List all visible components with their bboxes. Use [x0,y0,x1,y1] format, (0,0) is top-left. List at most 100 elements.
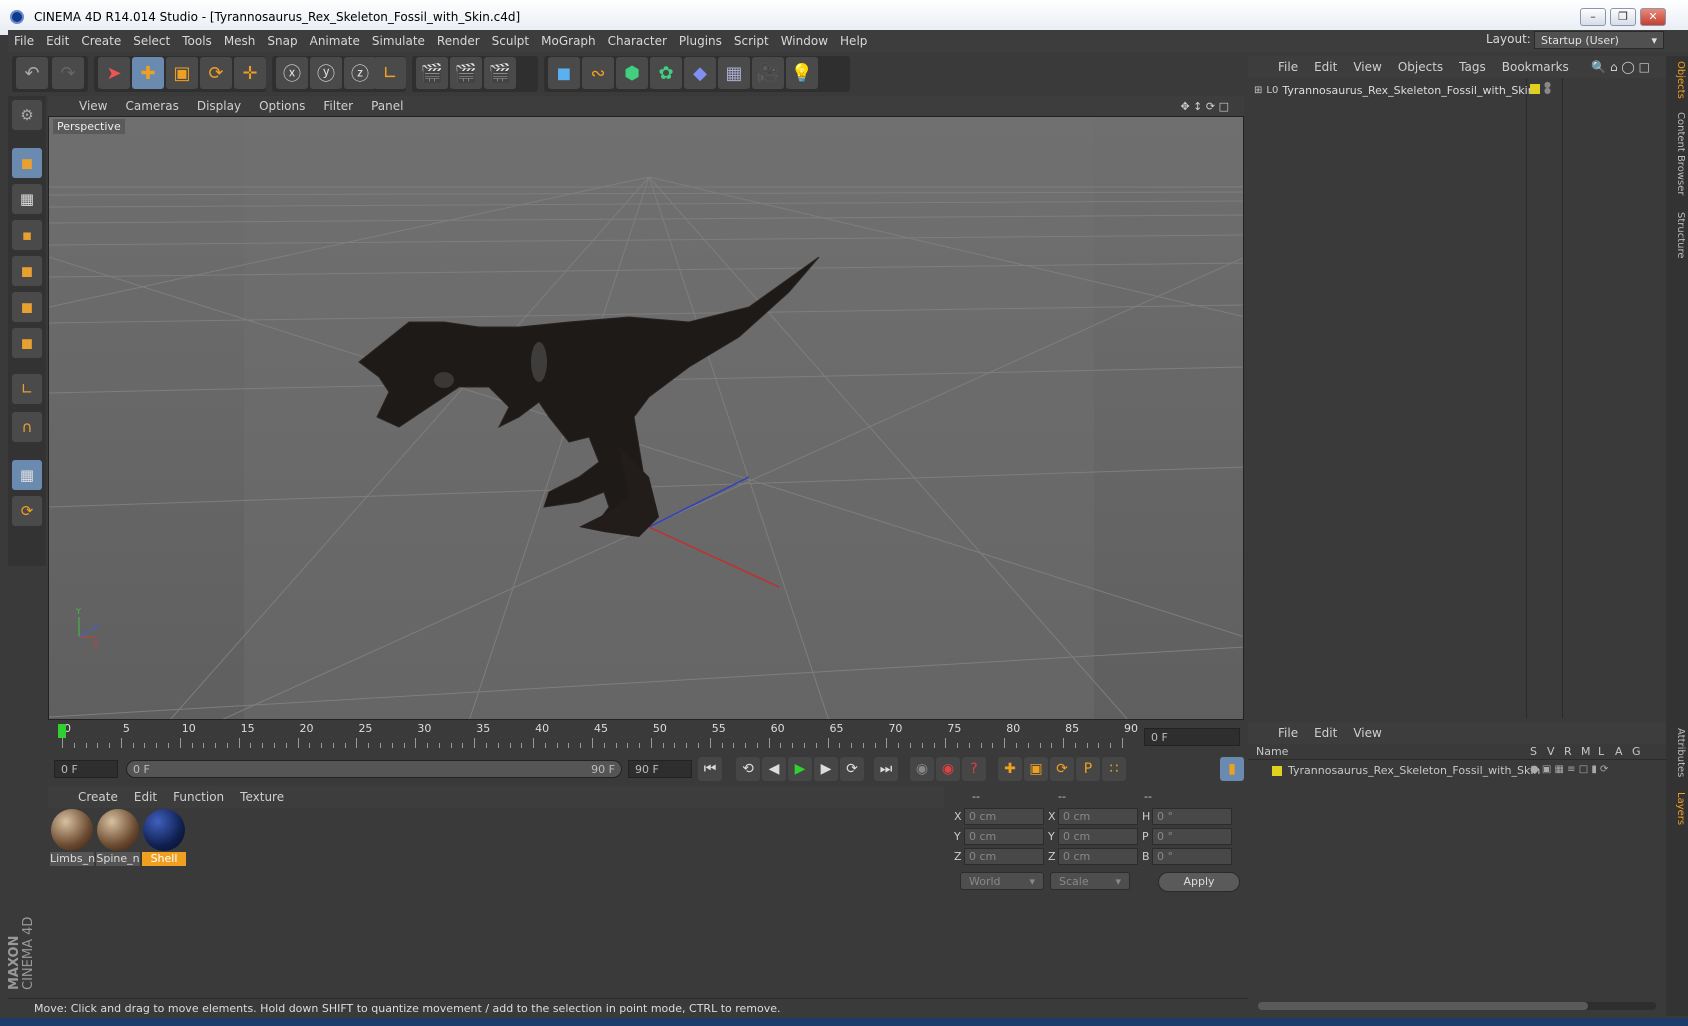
timeline-mode-icon[interactable]: ▮ [1220,757,1244,781]
menu-window[interactable]: Window [775,34,834,48]
camera-icon[interactable]: 🎥 [752,57,784,89]
material-menu-function[interactable]: Function [165,790,232,804]
object-menu-view[interactable]: View [1345,60,1389,74]
size-mode-dropdown[interactable]: Scale ▾ [1050,872,1130,890]
render-settings-icon[interactable]: 🎬 [484,57,516,89]
layer-color-swatch[interactable] [1530,84,1540,94]
current-frame-field[interactable]: 0 F [1144,728,1240,746]
axis-mode-icon[interactable]: ∟ [12,374,42,404]
playhead-marker[interactable] [58,724,66,738]
apply-button[interactable]: Apply [1158,872,1240,892]
deformer-icon[interactable]: ◆ [684,57,716,89]
start-frame-field[interactable]: 0 F [54,760,118,778]
edges-mode-icon[interactable]: ◼ [12,292,42,322]
frame-range-slider[interactable]: 0 F 90 F [126,760,622,778]
render-view-icon[interactable]: 🎬 [416,57,448,89]
size-z-field[interactable]: 0 cm [1058,848,1138,865]
material-menu-texture[interactable]: Texture [232,790,292,804]
layer-color-swatch[interactable] [1272,765,1282,776]
next-frame-icon[interactable]: ▶ [814,757,838,781]
y-axis-icon[interactable]: ⓨ [310,57,342,89]
floor-icon[interactable]: ▦ [718,57,750,89]
key-scale-icon[interactable]: ▣ [1024,757,1048,781]
object-menu-edit[interactable]: Edit [1306,60,1345,74]
menu-edit[interactable]: Edit [40,34,75,48]
menu-animate[interactable]: Animate [304,34,366,48]
rotate-tool-icon[interactable]: ⟳ [200,57,232,89]
render-picture-viewer-icon[interactable]: 🎬 [450,57,482,89]
menu-render[interactable]: Render [431,34,486,48]
object-menu-bookmarks[interactable]: Bookmarks [1494,60,1577,74]
goto-start-icon[interactable]: ⏮ [698,757,722,781]
workplane-lock-icon[interactable]: ▦ [12,460,42,490]
tab-structure[interactable]: Structure [1668,206,1686,264]
tab-attributes[interactable]: Attributes [1668,722,1686,784]
close-button[interactable]: ✕ [1640,8,1666,26]
expand-icon[interactable]: ⊞ [1254,85,1262,96]
next-key-icon[interactable]: ⟳ [840,757,864,781]
minimize-button[interactable]: – [1580,8,1606,26]
model-mode-icon[interactable]: ◼ [12,148,42,178]
viewport-menu-view[interactable]: View [70,99,116,113]
object-menu-tags[interactable]: Tags [1451,60,1494,74]
layer-row[interactable]: Tyrannosaurus_Rex_Skeleton_Fossil_with_S… [1272,764,1540,777]
layer-menu-view[interactable]: View [1345,726,1389,740]
material-limbs[interactable]: Limbs_n [50,808,95,866]
menu-mesh[interactable]: Mesh [218,34,262,48]
material-spine[interactable]: Spine_n [96,808,140,866]
undo-icon[interactable]: ↶ [16,57,48,89]
texture-mode-icon[interactable]: ▦ [12,184,42,214]
scrollbar-thumb[interactable] [1258,1002,1588,1010]
layer-menu-edit[interactable]: Edit [1306,726,1345,740]
viewport-menu-cameras[interactable]: Cameras [116,99,187,113]
viewport-menu-panel[interactable]: Panel [362,99,412,113]
menu-help[interactable]: Help [834,34,873,48]
menu-script[interactable]: Script [728,34,775,48]
viewport-nav-icons[interactable]: ✥ ↕ ⟳ □ [1171,100,1238,113]
object-row[interactable]: ⊞ L0 Tyrannosaurus_Rex_Skeleton_Fossil_w… [1254,82,1535,98]
size-x-field[interactable]: 0 cm [1058,808,1138,825]
subdivision-icon[interactable]: ⬢ [616,57,648,89]
play-icon[interactable]: ▶ [788,757,812,781]
goto-end-icon[interactable]: ⏭ [874,757,898,781]
make-editable-icon[interactable]: ⚙ [12,100,42,130]
layer-menu-file[interactable]: File [1270,726,1306,740]
end-frame-field[interactable]: 90 F [628,760,692,778]
live-selection-icon[interactable]: ➤ [98,57,130,89]
menu-plugins[interactable]: Plugins [673,34,728,48]
move-tool-icon[interactable]: ✚ [132,57,164,89]
object-menu-objects[interactable]: Objects [1390,60,1451,74]
object-menu-file[interactable]: File [1270,60,1306,74]
record-keys-icon[interactable]: ◉ [910,757,934,781]
viewport-menu-filter[interactable]: Filter [314,99,362,113]
viewport-menu-options[interactable]: Options [250,99,314,113]
menu-create[interactable]: Create [75,34,127,48]
redo-icon[interactable]: ↷ [52,57,84,89]
size-y-field[interactable]: 0 cm [1058,828,1138,845]
coordinate-mode-dropdown[interactable]: World ▾ [960,872,1044,890]
menu-snap[interactable]: Snap [261,34,303,48]
menu-select[interactable]: Select [127,34,176,48]
material-menu-edit[interactable]: Edit [126,790,165,804]
object-manager-tool-icons[interactable]: 🔍 ⌂ ◯ □ [1583,60,1658,74]
layer-horizontal-scrollbar[interactable] [1258,1002,1656,1010]
rotation-h-field[interactable]: 0 ° [1152,808,1232,825]
z-axis-icon[interactable]: ⓩ [344,57,376,89]
key-parameter-icon[interactable]: P [1076,757,1100,781]
rotation-p-field[interactable]: 0 ° [1152,828,1232,845]
key-rotation-icon[interactable]: ⟳ [1050,757,1074,781]
tab-layers[interactable]: Layers [1668,788,1686,830]
prev-key-icon[interactable]: ⟲ [736,757,760,781]
menu-simulate[interactable]: Simulate [366,34,431,48]
tab-content-browser[interactable]: Content Browser [1668,106,1686,202]
rotation-b-field[interactable]: 0 ° [1152,848,1232,865]
maximize-button[interactable]: ❐ [1610,8,1636,26]
mograph-cloner-icon[interactable]: ✿ [650,57,682,89]
keyframe-selection-icon[interactable]: ? [962,757,986,781]
points-mode-icon[interactable]: ◼ [12,256,42,286]
locked-workplane-icon[interactable]: ⟳ [12,496,42,526]
autokey-icon[interactable]: ◉ [936,757,960,781]
coordinate-system-icon[interactable]: ∟ [374,57,406,89]
material-menu-create[interactable]: Create [70,790,126,804]
workplane-icon[interactable]: ▪ [12,220,42,250]
